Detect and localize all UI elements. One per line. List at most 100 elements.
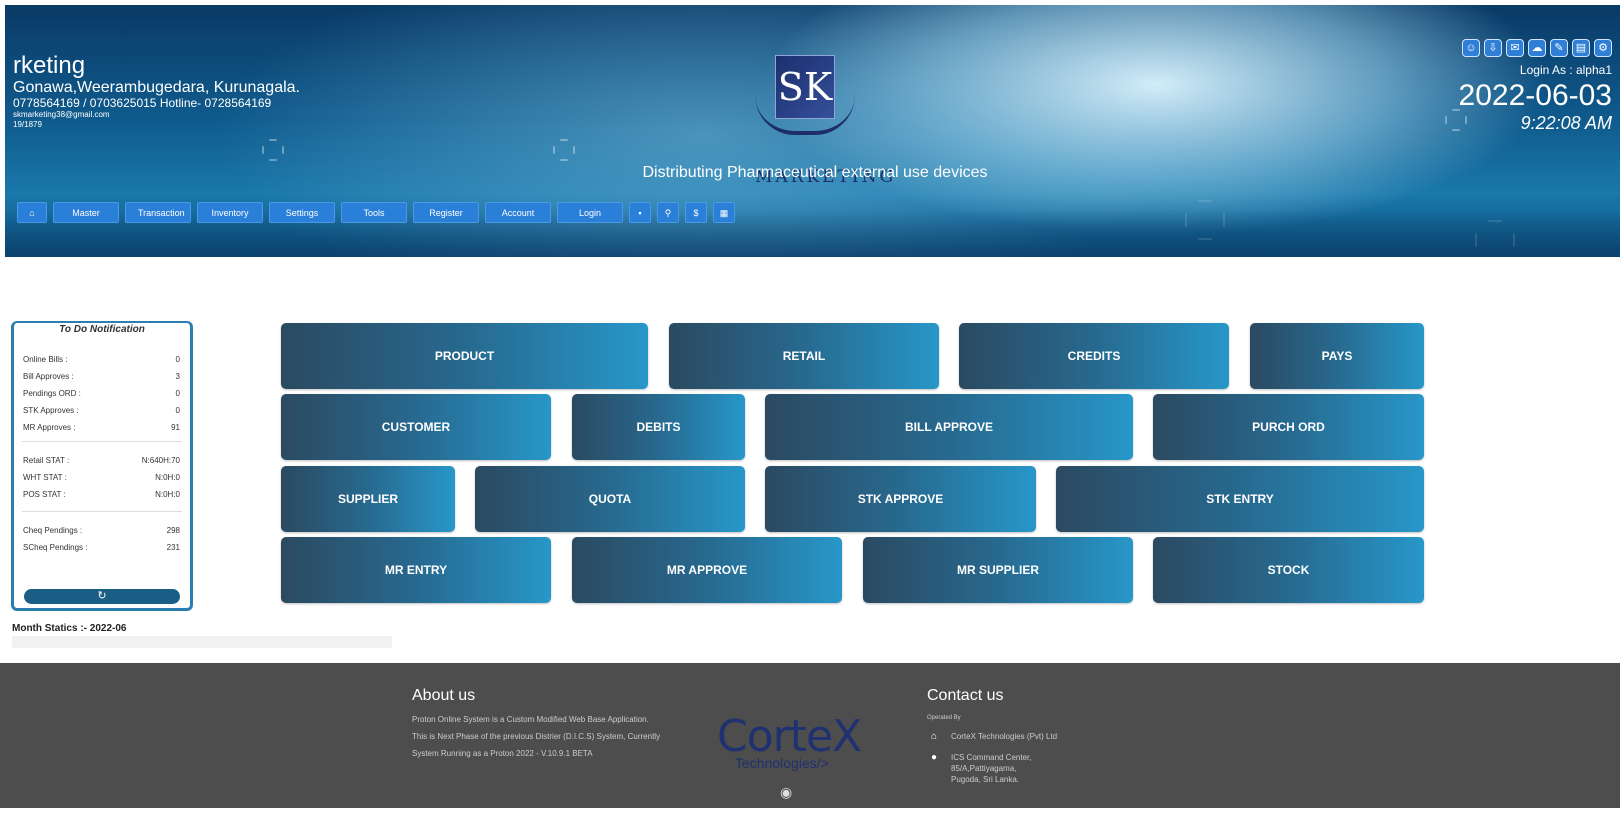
company-address: Gonawa,Weerambugedara, Kurunagala. <box>13 79 300 96</box>
contact-section: Contact us Operated By ⌂ CorteX Technolo… <box>927 687 1177 785</box>
todo-divider <box>22 511 182 512</box>
todo-row: Online Bills : 0 <box>23 351 180 368</box>
todo-row: Retail STAT : N:640H:70 <box>23 452 180 469</box>
tile-mr-entry[interactable]: MR ENTRY <box>281 537 551 603</box>
nav-tools[interactable]: Tools <box>341 202 407 223</box>
tile-mr-supplier[interactable]: MR SUPPLIER <box>863 537 1133 603</box>
todo-notification-panel: To Do Notification Online Bills : 0 Bill … <box>11 321 193 611</box>
nav-register[interactable]: Register <box>413 202 479 223</box>
footer: About us Proton Online System is a Custo… <box>0 663 1620 808</box>
eye-icon[interactable]: ◉ <box>780 784 792 801</box>
company-name: CorteX Technologies (Pvt) Ltd <box>951 732 1058 741</box>
tile-retail[interactable]: RETAIL <box>669 323 939 389</box>
tile-bill-approve[interactable]: BILL APPROVE <box>765 394 1133 460</box>
todo-value: 91 <box>171 423 180 432</box>
login-as: Login As : alpha1 <box>1519 63 1612 77</box>
tile-stock[interactable]: STOCK <box>1153 537 1424 603</box>
todo-title: To Do Notification <box>59 324 145 335</box>
month-statics-label: Month Statics :- 2022-06 <box>12 623 127 634</box>
tile-credits[interactable]: CREDITS <box>959 323 1229 389</box>
todo-group-stats: Retail STAT : N:640H:70 WHT STAT : N:0H:0 … <box>23 452 180 503</box>
todo-label: Bill Approves : <box>23 372 74 381</box>
tile-purch-ord[interactable]: PURCH ORD <box>1153 394 1424 460</box>
settings-icon[interactable]: ⚙ <box>1594 39 1612 57</box>
month-statics-bar <box>12 636 392 648</box>
current-date: 2022-06-03 <box>1458 79 1612 112</box>
todo-row: SCheq Pendings : 231 <box>23 539 180 556</box>
contact-title: Contact us <box>927 687 1004 704</box>
tile-supplier[interactable]: SUPPLIER <box>281 466 455 532</box>
todo-value: 298 <box>166 526 180 535</box>
tile-product[interactable]: PRODUCT <box>281 323 648 389</box>
calendar-icon[interactable]: ▦ <box>713 202 735 223</box>
todo-row: STK Approves : 0 <box>23 402 180 419</box>
about-title: About us <box>412 687 476 704</box>
todo-divider <box>22 441 182 442</box>
home-button[interactable]: ⌂ <box>17 202 47 223</box>
bank-icon: ⌂ <box>930 731 938 742</box>
map-marker-icon: ● <box>930 752 938 763</box>
tile-pays[interactable]: PAYS <box>1250 323 1424 389</box>
tile-mr-approve[interactable]: MR APPROVE <box>572 537 842 603</box>
dollar-icon[interactable]: $ <box>685 202 707 223</box>
nav-inventory[interactable]: Inventory <box>197 202 263 223</box>
main-nav: ⌂ Master Transaction Inventory Settings … <box>17 202 735 223</box>
users-icon[interactable]: ☺ <box>1462 39 1480 57</box>
address-line: Pugoda, Sri Lanka. <box>951 775 1020 784</box>
tile-stk-entry[interactable]: STK ENTRY <box>1056 466 1424 532</box>
search-icon[interactable]: ⚲ <box>657 202 679 223</box>
current-time: 9:22:08 AM <box>1520 113 1612 133</box>
tools-icon[interactable]: ✎ <box>1550 39 1568 57</box>
todo-label: MR Approves : <box>23 423 76 432</box>
download-icon[interactable]: ⇩ <box>1484 39 1502 57</box>
todo-value: N:0H:0 <box>155 490 180 499</box>
tile-debits[interactable]: DEBITS <box>572 394 745 460</box>
todo-value: 0 <box>175 406 180 415</box>
todo-label: SCheq Pendings : <box>23 543 88 552</box>
refresh-icon[interactable]: ↻ <box>24 589 180 604</box>
about-text: Proton Online System is a Custom Modifie… <box>412 715 661 758</box>
todo-row: Bill Approves : 3 <box>23 368 180 385</box>
chat-icon[interactable]: ✉ <box>1506 39 1524 57</box>
bottom-strip <box>0 808 1620 836</box>
nav-master[interactable]: Master <box>53 202 119 223</box>
address-block: ICS Command Center, 85/A,Pattiyagama, Pu… <box>951 752 1031 785</box>
tile-customer[interactable]: CUSTOMER <box>281 394 551 460</box>
tile-stk-approve[interactable]: STK APPROVE <box>765 466 1036 532</box>
todo-label: STK Approves : <box>23 406 79 415</box>
sk-marketing-logo: SK MARKETING <box>753 45 893 187</box>
company-phones: 0778564169 / 0703625015 Hotline- 0728564… <box>13 96 272 110</box>
todo-group-counts: Online Bills : 0 Bill Approves : 3 Pending… <box>23 351 180 436</box>
company-name: rketing <box>13 52 86 79</box>
top-icon-bar: ☺ ⇩ ✉ ☁ ✎ ▤ ⚙ <box>1459 39 1612 57</box>
todo-row: Pendings ORD : 0 <box>23 385 180 402</box>
address-line: ICS Command Center, <box>951 753 1032 762</box>
logo-letters: SK <box>775 55 835 119</box>
nav-login[interactable]: Login <box>557 202 623 223</box>
document-icon[interactable]: ▤ <box>1572 39 1590 57</box>
cross-decoration <box>262 139 284 161</box>
login-area: ☺ ⇩ ✉ ☁ ✎ ▤ ⚙ Login As : alpha1 2022-06-… <box>1459 39 1612 133</box>
todo-value: 231 <box>166 543 180 552</box>
company-info: rketing Gonawa,Weerambugedara, Kurunagal… <box>13 53 300 130</box>
nav-account[interactable]: Account <box>485 202 551 223</box>
nav-settings[interactable]: Settings <box>269 202 335 223</box>
cortex-logo: CorteX Technologies/> <box>717 715 862 772</box>
cloud-upload-icon[interactable]: ☁ <box>1528 39 1546 57</box>
todo-row: Cheq Pendings : 298 <box>23 522 180 539</box>
todo-value: N:0H:0 <box>155 473 180 482</box>
address-line: 85/A,Pattiyagama, <box>951 764 1017 773</box>
todo-group-cheques: Cheq Pendings : 298 SCheq Pendings : 231 <box>23 522 180 556</box>
nav-transaction[interactable]: Transaction <box>125 202 191 223</box>
operated-by: Operated By <box>927 715 961 721</box>
contact-address: ● ICS Command Center, 85/A,Pattiyagama, … <box>927 752 1177 785</box>
save-icon[interactable]: ▪ <box>629 202 651 223</box>
todo-label: POS STAT : <box>23 490 66 499</box>
todo-label: Cheq Pendings : <box>23 526 83 535</box>
todo-value: 0 <box>175 389 180 398</box>
tile-quota[interactable]: QUOTA <box>475 466 745 532</box>
header-banner: rketing Gonawa,Weerambugedara, Kurunagal… <box>5 5 1620 257</box>
todo-label: Pendings ORD : <box>23 389 81 398</box>
todo-label: WHT STAT : <box>23 473 67 482</box>
cross-decoration <box>553 139 575 161</box>
